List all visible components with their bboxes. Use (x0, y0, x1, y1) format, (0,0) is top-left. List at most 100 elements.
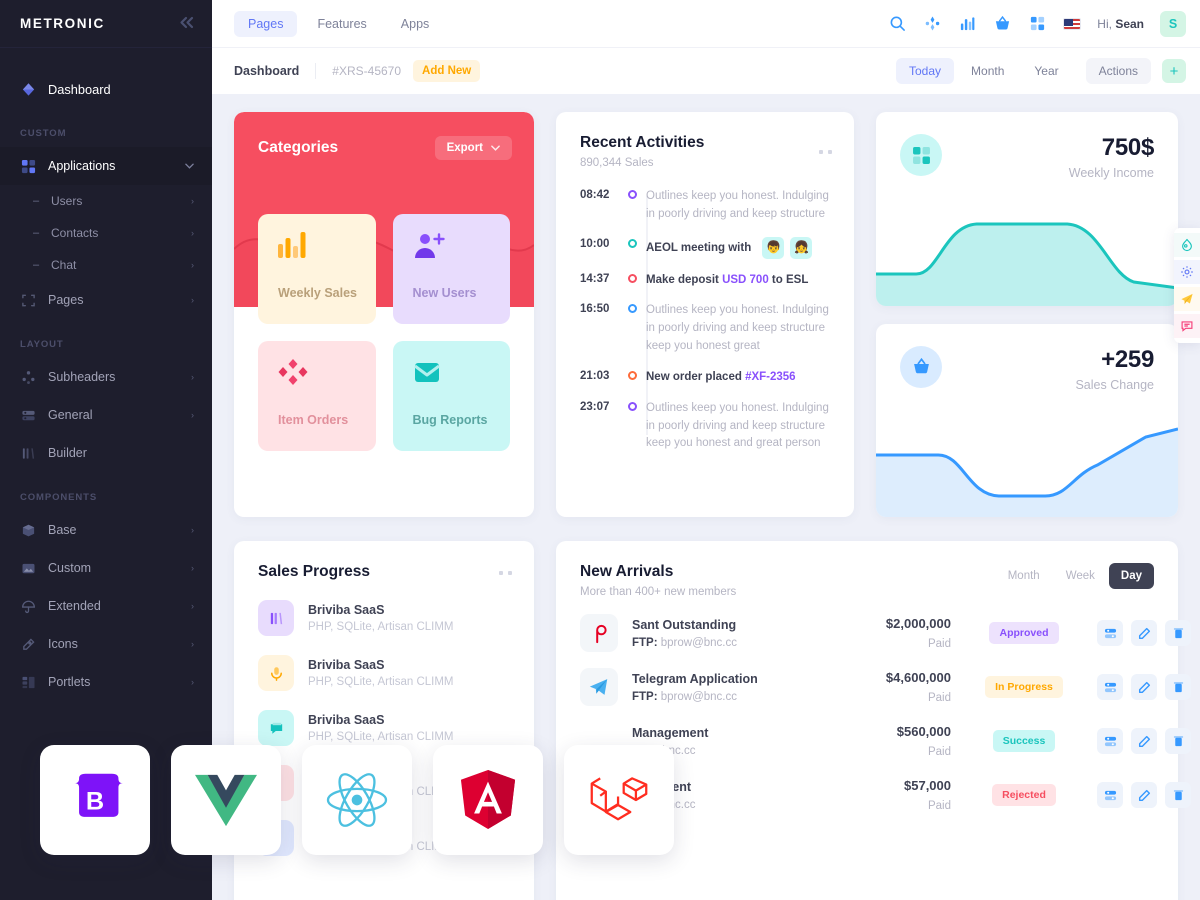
scatter-icon[interactable] (923, 14, 942, 33)
edit-icon[interactable] (1131, 728, 1157, 754)
angular-logo[interactable] (433, 745, 543, 855)
subheader: Dashboard #XRS-45670 Add New Today Month… (212, 47, 1200, 94)
delete-icon[interactable] (1165, 620, 1191, 646)
delete-icon[interactable] (1165, 674, 1191, 700)
tile-weekly-sales[interactable]: Weekly Sales (258, 214, 376, 324)
react-logo[interactable] (302, 745, 412, 855)
ftp-label: FTP: (632, 690, 658, 703)
card-menu-icon[interactable] (819, 150, 832, 154)
edit-icon[interactable] (1131, 782, 1157, 808)
sidebar-item-contacts[interactable]: – Contacts › (0, 217, 212, 249)
timeline-highlight: #XF-2356 (745, 370, 796, 383)
sales-change-card: +259 Sales Change (876, 323, 1178, 517)
table-row[interactable]: Sant Outstanding FTP: bprow@bnc.cc $2,00… (580, 614, 1191, 652)
sidebar-item-applications[interactable]: Applications (0, 147, 212, 185)
recent-activities-card: Recent Activities 890,344 Sales 08:42 Ou… (556, 112, 854, 517)
bootstrap-logo[interactable]: B (40, 745, 150, 855)
toggle-month[interactable]: Month (996, 563, 1052, 589)
sidebar-item-subheaders[interactable]: Subheaders › (0, 358, 212, 396)
tile-label: New Users (412, 286, 477, 300)
vue-logo[interactable] (171, 745, 281, 855)
timeline-marker (618, 400, 646, 453)
tile-new-users[interactable]: New Users (392, 214, 510, 324)
tile-label: Weekly Sales (278, 286, 357, 300)
export-label: Export (446, 142, 483, 154)
row-name: Telegram Application (632, 671, 758, 686)
weekly-income-card: 750$ Weekly Income (876, 112, 1178, 306)
timeline-marker (618, 302, 646, 355)
list-item[interactable]: Briviba SaaS PHP, SQLite, Artisan CLIMM (258, 600, 510, 636)
filter-today[interactable]: Today (896, 58, 955, 84)
card-title: Sales Progress (258, 563, 371, 580)
list-item[interactable]: Briviba SaaS PHP, SQLite, Artisan CLIMM (258, 655, 510, 691)
row-paid: Paid (927, 746, 951, 758)
sidebar-item-general[interactable]: General › (0, 396, 212, 434)
chevron-right-icon: › (191, 677, 194, 687)
nodes-icon (20, 369, 37, 386)
export-button[interactable]: Export (434, 136, 512, 160)
avatar: 👦 (762, 236, 785, 259)
chat-bubble-icon[interactable] (1174, 314, 1200, 338)
chevron-double-left-icon[interactable] (179, 16, 194, 32)
us-flag-icon[interactable] (1063, 17, 1082, 30)
laravel-logo[interactable] (564, 745, 674, 855)
sidebar-item-extended[interactable]: Extended › (0, 587, 212, 625)
sidebar-item-chat[interactable]: – Chat › (0, 249, 212, 281)
bar-chart-icon[interactable] (958, 14, 977, 33)
tab-features[interactable]: Features (303, 11, 380, 37)
paper-plane-icon[interactable] (1174, 287, 1200, 311)
flag-canton (1064, 18, 1074, 26)
status-badge: Success (992, 730, 1056, 752)
item-desc: PHP, SQLite, Artisan CLIMM (308, 676, 454, 688)
add-new-button[interactable]: Add New (413, 60, 481, 82)
sidebar-item-label: Dashboard (48, 81, 111, 97)
row-status: In Progress (965, 676, 1083, 698)
timeline: 08:42 Outlines keep you honest. Indulgin… (580, 188, 830, 453)
sidebar-item-pages[interactable]: Pages › (0, 281, 212, 319)
avatar[interactable]: S (1160, 10, 1186, 37)
brand-title: METRONIC (20, 16, 105, 31)
sidebar-item-base[interactable]: Base › (0, 511, 212, 549)
sidebar-item-portlets[interactable]: Portlets › (0, 663, 212, 701)
gear-icon[interactable] (1174, 260, 1200, 284)
edit-icon[interactable] (1131, 620, 1157, 646)
list-item[interactable]: Briviba SaaS PHP, SQLite, Artisan CLIMM (258, 710, 510, 746)
tile-bug-reports[interactable]: Bug Reports (392, 341, 510, 451)
settings-icon[interactable] (1097, 782, 1123, 808)
sidebar-item-builder[interactable]: Builder (0, 434, 212, 472)
sidebar-item-users[interactable]: – Users › (0, 185, 212, 217)
basket-icon[interactable] (993, 14, 1012, 33)
umbrella-icon (20, 598, 37, 615)
framework-showcase: B (40, 745, 674, 855)
delete-icon[interactable] (1165, 782, 1191, 808)
search-icon[interactable] (888, 14, 907, 33)
delete-icon[interactable] (1165, 728, 1191, 754)
settings-icon[interactable] (1097, 728, 1123, 754)
row-email: bprow@bnc.cc (660, 636, 737, 649)
filter-month[interactable]: Month (958, 58, 1017, 84)
table-row[interactable]: Telegram Application FTP: bprow@bnc.cc $… (580, 668, 1191, 706)
breadcrumb: Dashboard (234, 64, 300, 78)
droplet-icon[interactable] (1174, 233, 1200, 257)
sidebar-section-custom: CUSTOM (20, 128, 67, 139)
toggle-week[interactable]: Week (1054, 563, 1107, 589)
row-info: Telegram Application FTP: bprow@bnc.cc (632, 672, 817, 703)
stat-label: Weekly Income (1068, 166, 1154, 180)
filter-year[interactable]: Year (1021, 58, 1071, 84)
tab-pages[interactable]: Pages (234, 10, 298, 37)
card-menu-icon[interactable] (499, 571, 512, 575)
settings-icon[interactable] (1097, 674, 1123, 700)
edit-icon[interactable] (1131, 674, 1157, 700)
tab-apps[interactable]: Apps (387, 11, 444, 37)
sidebar-item-custom[interactable]: Custom › (0, 549, 212, 587)
actions-button[interactable]: Actions (1085, 58, 1151, 84)
timeline-text: Outlines keep you honest. Indulging in p… (646, 304, 829, 353)
chevron-right-icon: › (191, 372, 194, 382)
sidebar-item-dashboard[interactable]: Dashboard (0, 70, 212, 108)
tile-item-orders[interactable]: Item Orders (258, 341, 376, 451)
grid-icon[interactable] (1028, 14, 1047, 33)
settings-icon[interactable] (1097, 620, 1123, 646)
add-button[interactable]: + (1162, 59, 1186, 83)
sidebar-item-icons[interactable]: Icons › (0, 625, 212, 663)
toggle-day[interactable]: Day (1108, 563, 1154, 589)
